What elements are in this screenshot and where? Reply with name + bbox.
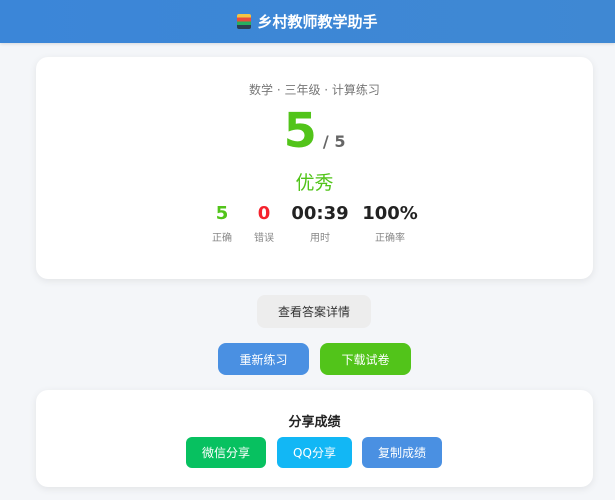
copy-score-button[interactable]: 复制成绩 — [362, 437, 442, 468]
score-value: 5 — [283, 103, 317, 159]
stat-accuracy-label: 正确率 — [375, 233, 405, 244]
books-icon — [237, 14, 252, 29]
stat-accuracy: 100% 正确率 — [350, 203, 430, 244]
share-title: 分享成绩 — [288, 415, 341, 430]
qq-share-button[interactable]: QQ分享 — [277, 437, 352, 468]
app-title: 乡村教师教学助手 — [257, 13, 378, 31]
score-total: / 5 — [322, 132, 346, 151]
stat-time: 00:39 用时 — [280, 203, 360, 244]
stat-accuracy-value: 100% — [362, 203, 418, 224]
download-paper-button[interactable]: 下载试卷 — [320, 343, 411, 375]
grade-label: 优秀 — [295, 172, 334, 194]
stat-time-value: 00:39 — [291, 203, 349, 224]
wechat-share-button[interactable]: 微信分享 — [186, 437, 266, 468]
subject-line: 数学 · 三年级 · 计算练习 — [249, 83, 380, 97]
score-card: 数学 · 三年级 · 计算练习 5/ 5 优秀 5 正确 0 错误 00:39 … — [36, 57, 593, 279]
share-card: 分享成绩 微信分享 QQ分享 复制成绩 — [36, 390, 593, 487]
stat-time-label: 用时 — [310, 233, 330, 244]
retry-button[interactable]: 重新练习 — [218, 343, 309, 375]
view-answers-button[interactable]: 查看答案详情 — [257, 295, 371, 328]
score-line: 5 / 5 — [36, 103, 593, 159]
app-header: 乡村教师教学助手 — [0, 0, 615, 43]
